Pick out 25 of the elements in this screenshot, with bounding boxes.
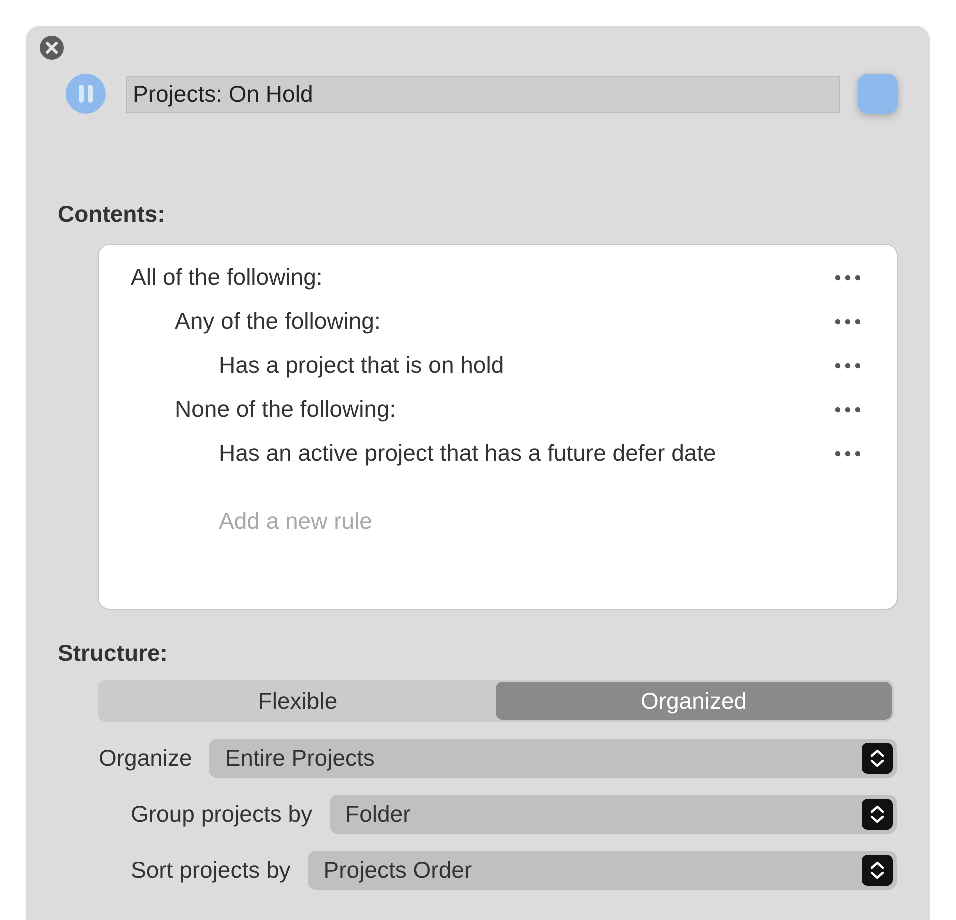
more-icon[interactable] <box>835 274 861 280</box>
title-field[interactable]: Projects: On Hold <box>126 76 840 112</box>
chevron-icon <box>862 855 893 886</box>
rule-text[interactable]: Any of the following: <box>131 304 381 339</box>
popup-button[interactable]: Projects Order <box>308 851 897 890</box>
more-icon[interactable] <box>835 450 861 456</box>
more-icon[interactable] <box>835 362 861 368</box>
chevron-icon <box>862 799 893 830</box>
chevron-icon <box>862 743 893 774</box>
section-label: Structure: <box>57 638 169 668</box>
more-icon[interactable] <box>835 318 861 324</box>
option-label: Group projects by <box>131 800 313 830</box>
rule-text[interactable]: Has a project that is on hold <box>131 348 504 383</box>
popup-button[interactable]: Entire Projects <box>209 739 897 778</box>
close-icon[interactable] <box>40 36 64 60</box>
option-label: Organize <box>99 744 192 774</box>
segment-tab[interactable]: Flexible <box>100 682 496 720</box>
rule-text[interactable]: Has an active project that has a future defer date <box>131 436 716 471</box>
rule-text[interactable]: None of the following: <box>131 392 396 427</box>
popup-button[interactable]: Folder <box>330 795 897 834</box>
color-swatch[interactable] <box>858 74 898 114</box>
rule-text[interactable]: All of the following: <box>131 260 323 295</box>
section-label: Contents: <box>57 200 166 229</box>
option-label: Sort projects by <box>131 856 291 886</box>
more-icon[interactable] <box>835 406 861 412</box>
